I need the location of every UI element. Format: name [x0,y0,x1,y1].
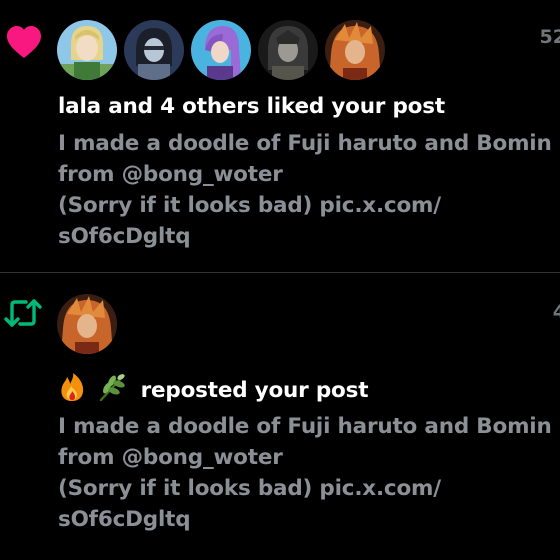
avatar-monochrome-character [258,20,318,80]
post-line: I made a doodle of Fuji haruto and Bomin [58,131,552,156]
post-preview[interactable]: I made a doodle of Fuji haruto and Bomin… [58,128,560,252]
post-line: from @bong_woter [58,162,283,187]
avatar[interactable] [124,20,184,80]
avatar-dark-haired-character [124,20,184,80]
herb-emoji [97,372,127,408]
post-line: sOf6cDgltq [58,224,191,249]
repost-icon [4,297,42,333]
post-line: sOf6cDgltq [58,507,191,532]
avatar[interactable] [191,20,251,80]
avatar-orange-haired-character [57,294,117,354]
notification-headline: reposted your post [140,377,369,403]
avatar[interactable] [325,20,385,80]
avatar-blonde-character [57,20,117,80]
avatar[interactable] [57,294,117,354]
avatar-orange-haired-character [325,20,385,80]
notification-headline-row: reposted your post [58,372,368,408]
post-line: (Sorry if it looks bad) pic.x.com/ [58,476,441,501]
fire-emoji [58,372,86,408]
avatar[interactable] [258,20,318,80]
notification-headline: lala and 4 others liked your post [58,94,445,119]
post-preview[interactable]: I made a doodle of Fuji haruto and Bomin… [58,411,560,535]
timestamp: 52 [539,26,560,48]
heart-icon [6,26,42,64]
post-line: I made a doodle of Fuji haruto and Bomin [58,414,552,439]
avatar-purple-haired-character [191,20,251,80]
post-line: (Sorry if it looks bad) pic.x.com/ [58,193,441,218]
timestamp: 4 [552,301,560,323]
avatar[interactable] [57,20,117,80]
post-line: from @bong_woter [58,445,283,470]
repost-notification[interactable]: 4 reposted your post I made a doodle of … [0,273,560,560]
like-notification[interactable]: 52 lala and 4 others liked your post I m… [0,0,560,272]
